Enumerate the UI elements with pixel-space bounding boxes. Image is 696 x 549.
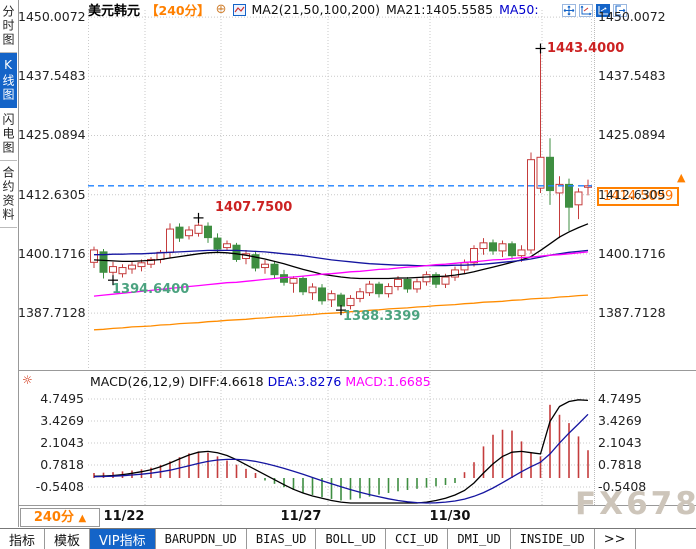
tab--[interactable]: >> xyxy=(595,529,636,549)
macd-axis-right-label: 3.4269 xyxy=(598,413,642,428)
swing-low-label: 1394.6400 xyxy=(112,282,189,297)
macd-axis-left-label: 3.4269 xyxy=(18,413,84,428)
tab-指标[interactable]: 指标 xyxy=(0,529,45,549)
main-axis-left-label: 1387.7128 xyxy=(18,305,84,320)
macd-axis-right-label: 4.7495 xyxy=(598,391,642,406)
right-axis-border xyxy=(594,10,595,505)
macd-axis-left-label: -0.5408 xyxy=(18,479,84,494)
tab-cci-ud[interactable]: CCI_UD xyxy=(386,529,448,549)
main-axis-right-label: 1412.6305 xyxy=(598,187,666,202)
indicator-tab-bar: 指标模板VIP指标BARUPDN_UDBIAS_UDBOLL_UDCCI_UDD… xyxy=(0,528,696,549)
macd-axis-right-label: 0.7818 xyxy=(598,457,642,472)
macd-chart[interactable] xyxy=(88,372,592,505)
date-label: 11/27 xyxy=(279,509,323,524)
price-up-arrow-icon: ▲ xyxy=(677,172,685,183)
main-axis-right-label: 1437.5483 xyxy=(598,68,666,83)
macd-header: MACD(26,12,9) DIFF:4.6618 DEA:3.8276 MAC… xyxy=(90,374,431,389)
period-label: 240分 xyxy=(34,510,74,525)
macd-value: MACD:1.6685 xyxy=(345,374,430,389)
main-axis-left-label: 1437.5483 xyxy=(18,68,84,83)
period-selector-button[interactable]: 240分 ▲ xyxy=(20,508,100,527)
main-axis-left-label: 1400.1716 xyxy=(18,246,84,261)
chart-mode-sidebar: 分时图K线图闪电图合约资料 xyxy=(0,0,19,527)
tab-barupdn-ud[interactable]: BARUPDN_UD xyxy=(156,529,247,549)
macd-axis-right-label: -0.5408 xyxy=(598,479,646,494)
macd-dea-value: DEA:3.8276 xyxy=(268,374,346,389)
main-axis-left-label: 1450.0072 xyxy=(18,9,84,24)
macd-axis-left-label: 4.7495 xyxy=(18,391,84,406)
tab-模板[interactable]: 模板 xyxy=(45,529,90,549)
sidebar-item-2[interactable]: K线图 xyxy=(0,53,17,108)
sidebar-item-4[interactable]: 合约资料 xyxy=(0,161,17,228)
swing-high-label: 1407.7500 xyxy=(215,200,292,215)
main-axis-right-label: 1425.0894 xyxy=(598,127,666,142)
candlestick-chart[interactable] xyxy=(88,10,592,370)
date-label: 11/30 xyxy=(428,509,472,524)
low-price-label: 1388.3399 xyxy=(343,309,420,324)
sidebar-item-3[interactable]: 闪电图 xyxy=(0,108,17,161)
main-axis-right-label: 1450.0072 xyxy=(598,9,666,24)
period-arrow-icon: ▲ xyxy=(78,513,86,524)
sidebar-item-1[interactable]: 分时图 xyxy=(0,0,17,53)
high-price-label: 1443.4000 xyxy=(547,41,624,56)
pane-separator[interactable] xyxy=(18,370,696,371)
main-axis-left-label: 1425.0894 xyxy=(18,127,84,142)
macd-axis-left-label: 2.1043 xyxy=(18,435,84,450)
macd-params-diff: MACD(26,12,9) DIFF:4.6618 xyxy=(90,374,268,389)
main-axis-left-label: 1412.6305 xyxy=(18,187,84,202)
indicator-settings-icon[interactable]: ☼ xyxy=(22,373,33,387)
date-label: 11/22 xyxy=(102,509,146,524)
tab-dmi-ud[interactable]: DMI_UD xyxy=(448,529,510,549)
trading-app-window: 分时图K线图闪电图合约资料 美元韩元 【240分】 ⊕ MA2(21,50,10… xyxy=(0,0,696,549)
macd-axis-right-label: 2.1043 xyxy=(598,435,642,450)
macd-axis-left-label: 0.7818 xyxy=(18,457,84,472)
tab-inside-ud[interactable]: INSIDE_UD xyxy=(511,529,595,549)
tab-boll-ud[interactable]: BOLL_UD xyxy=(316,529,386,549)
main-axis-right-label: 1387.7128 xyxy=(598,305,666,320)
main-axis-right-label: 1400.1716 xyxy=(598,246,666,261)
tab-vip指标[interactable]: VIP指标 xyxy=(90,529,156,549)
tab-bar-filler xyxy=(636,529,696,549)
tab-bias-ud[interactable]: BIAS_UD xyxy=(247,529,317,549)
